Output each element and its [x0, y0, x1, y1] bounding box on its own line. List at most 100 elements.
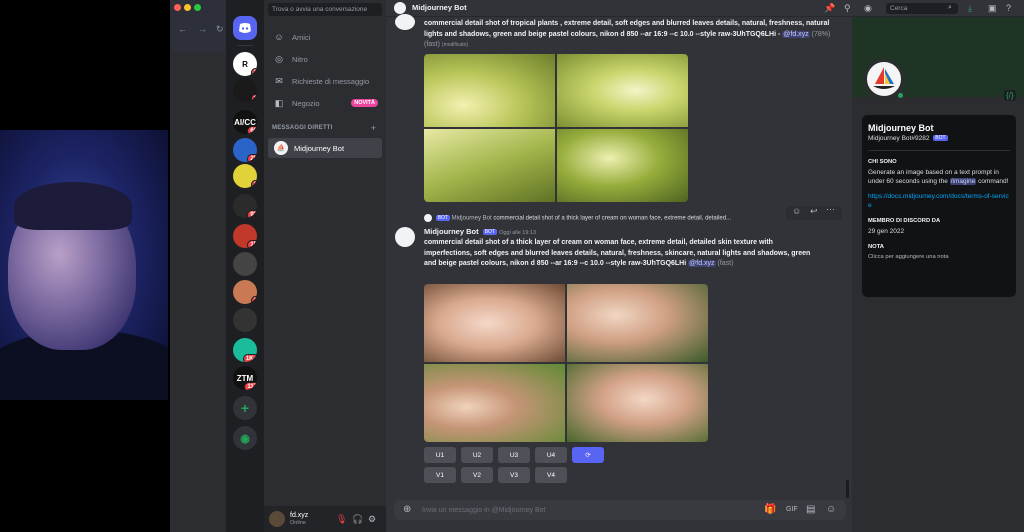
generated-image-grid-faces[interactable] — [424, 284, 708, 442]
nav-item-nitro[interactable]: ◎ Nitro — [268, 50, 382, 68]
face-image-4[interactable] — [567, 364, 708, 442]
bot-avatar[interactable] — [395, 14, 415, 30]
pin-icon[interactable]: 📌 — [824, 3, 835, 14]
add-friend-icon[interactable]: ⚲ — [844, 3, 851, 14]
server-icon[interactable]: 1 — [233, 280, 257, 304]
face-image-3[interactable] — [424, 364, 565, 442]
download-icon[interactable]: ⤓ — [968, 3, 972, 14]
nav-label: Nitro — [292, 54, 308, 64]
member-since-date: 29 gen 2022 — [868, 228, 905, 235]
code-icon[interactable]: {/} — [1004, 90, 1016, 101]
server-icon[interactable] — [233, 252, 257, 276]
chat-scrollbar[interactable] — [846, 480, 849, 498]
discord-home-button[interactable] — [233, 16, 257, 40]
window-minimize-button[interactable] — [184, 4, 191, 11]
upscale-u4-button[interactable]: U4 — [535, 447, 567, 463]
add-server-button[interactable]: + — [233, 396, 257, 420]
server-icon[interactable]: ZTM 117 — [233, 366, 257, 390]
settings-gear-icon[interactable]: ⚙ — [368, 514, 376, 525]
profile-card: Midjourney Bot Midjourney Bot#9282 BOT C… — [862, 115, 1016, 297]
unread-badge: 28 — [247, 154, 257, 162]
message-input[interactable]: Invia un messaggio in @Midjourney Bot — [394, 500, 846, 520]
nav-label: Negozio — [292, 98, 320, 108]
reroll-button[interactable]: ⟳ — [572, 447, 604, 463]
face-image-1[interactable] — [424, 284, 565, 362]
add-reaction-icon[interactable]: ☺ — [792, 206, 801, 216]
more-options-icon[interactable]: ⋯ — [826, 204, 835, 215]
nav-label: Amici — [292, 32, 311, 42]
server-icon[interactable]: 15 — [233, 224, 257, 248]
nav-item-message-requests[interactable]: ✉ Richieste di messaggio — [268, 72, 382, 90]
message-timestamp: Oggi alle 19:13 — [499, 230, 537, 236]
user-mention[interactable]: @fd.xyz — [688, 260, 716, 267]
unread-badge: 1 — [250, 68, 257, 76]
dm-item-midjourney-bot[interactable]: ⛵ Midjourney Bot — [268, 138, 382, 158]
upscale-u1-button[interactable]: U1 — [424, 447, 456, 463]
variation-v4-button[interactable]: V4 — [535, 467, 567, 483]
prompt-text: commercial detail shot of tropical plant… — [424, 20, 830, 38]
about-text-post: command! — [978, 178, 1009, 185]
nav-item-shop[interactable]: ◧ Negozio NOVITÀ — [268, 94, 382, 112]
server-icon[interactable]: 1 — [233, 164, 257, 188]
sticker-icon[interactable]: ▤ — [806, 504, 815, 515]
reply-icon[interactable]: ↩ — [810, 206, 818, 217]
message-header: Midjourney Bot BOT Oggi alle 19:13 — [424, 227, 536, 236]
unread-badge: 2 — [250, 94, 257, 102]
nav-item-friends[interactable]: ☺ Amici — [268, 28, 382, 46]
profile-tag: Midjourney Bot#9282 — [868, 135, 930, 142]
face-image-2[interactable] — [567, 284, 708, 362]
plant-image-4[interactable] — [557, 129, 688, 202]
bot-badge: BOT — [435, 215, 450, 221]
edited-label: (modificato) — [441, 42, 469, 48]
server-icon[interactable]: AI/CC 66 — [233, 110, 257, 134]
plant-image-2[interactable] — [557, 54, 688, 127]
user-profile-icon[interactable]: ◉ — [864, 3, 872, 14]
user-mention[interactable]: @fd.xyz — [782, 30, 810, 38]
plant-image-3[interactable] — [424, 129, 555, 202]
unread-badge: 66 — [247, 126, 257, 134]
message-text-1: commercial detail shot of tropical plant… — [424, 19, 838, 51]
reply-snippet: commercial detail shot of a thick layer … — [493, 215, 732, 222]
variation-v3-button[interactable]: V3 — [498, 467, 530, 483]
mute-mic-icon[interactable]: 🎙 — [336, 514, 347, 525]
plant-image-1[interactable] — [424, 54, 555, 127]
bot-badge: BOT — [933, 135, 948, 142]
server-icon[interactable]: 2 — [233, 78, 257, 102]
server-icon[interactable]: R1 — [233, 52, 257, 76]
variation-v1-button[interactable]: V1 — [424, 467, 456, 483]
browser-sidebar — [170, 0, 226, 532]
terms-link[interactable]: https://docs.midjourney.com/docs/terms-o… — [868, 192, 1010, 210]
inbox-icon[interactable]: ▣ — [988, 3, 997, 14]
window-close-button[interactable] — [174, 4, 181, 11]
server-icon[interactable] — [233, 308, 257, 332]
server-abbr: R — [242, 59, 248, 69]
reload-icon[interactable]: ↻ — [216, 24, 224, 35]
upscale-u2-button[interactable]: U2 — [461, 447, 493, 463]
server-icon[interactable]: 1K+ — [233, 338, 257, 362]
gift-icon[interactable]: 🎁 — [764, 504, 776, 515]
gif-icon[interactable]: GIF — [786, 506, 798, 513]
headphones-icon[interactable]: 🎧 — [352, 514, 363, 525]
search-conversation-input[interactable]: Trova o avvia una conversazione — [268, 3, 382, 16]
emoji-icon[interactable]: ☺ — [826, 504, 836, 515]
forward-arrow-icon[interactable]: → — [198, 24, 207, 34]
create-dm-button[interactable]: + — [371, 123, 376, 133]
back-arrow-icon[interactable]: ← — [178, 24, 187, 34]
user-avatar[interactable] — [269, 511, 285, 527]
bot-avatar[interactable] — [395, 227, 415, 247]
author-name[interactable]: Midjourney Bot — [424, 227, 479, 236]
explore-servers-button[interactable]: ◉ — [233, 426, 257, 450]
upscale-u3-button[interactable]: U3 — [498, 447, 530, 463]
window-zoom-button[interactable] — [194, 4, 201, 11]
server-icon[interactable]: 28 — [233, 138, 257, 162]
server-icon[interactable]: 93 — [233, 194, 257, 218]
help-icon[interactable]: ? — [1006, 3, 1011, 13]
attach-plus-icon[interactable]: ⊕ — [403, 504, 411, 515]
note-input[interactable]: Clicca per aggiungere una nota — [868, 253, 1010, 262]
reply-preview[interactable]: BOT Midjourney Bot commercial detail sho… — [424, 214, 731, 222]
user-panel: fd.xyz Online 🎙 🎧 ⚙ — [264, 506, 386, 532]
divider — [868, 150, 1010, 151]
variation-v2-button[interactable]: V2 — [461, 467, 493, 483]
imagine-command[interactable]: /imagine — [949, 178, 977, 185]
generated-image-grid-plants[interactable] — [424, 54, 688, 202]
